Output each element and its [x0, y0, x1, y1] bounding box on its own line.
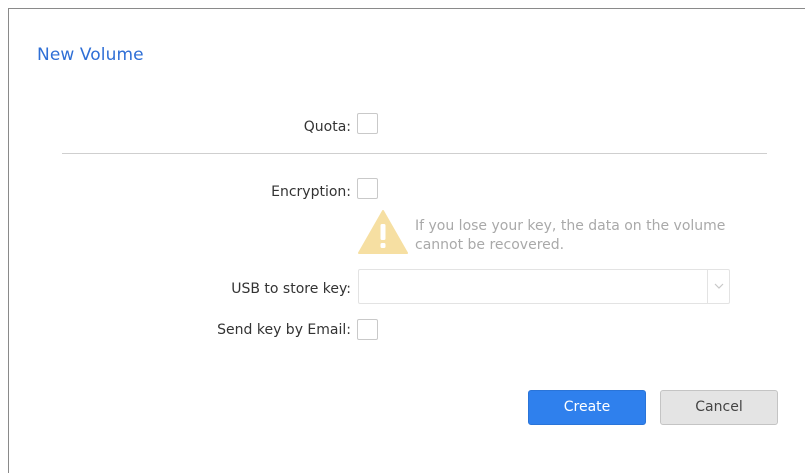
usb-key-label: USB to store key:	[231, 281, 351, 297]
usb-key-dropdown-button[interactable]	[707, 270, 729, 303]
quota-checkbox[interactable]	[357, 113, 378, 134]
new-volume-dialog: New Volume Quota: Encryption: If you los…	[8, 8, 805, 473]
encryption-label: Encryption:	[271, 184, 351, 200]
email-key-label: Send key by Email:	[217, 322, 351, 338]
email-key-checkbox[interactable]	[357, 319, 378, 340]
section-divider	[62, 153, 767, 154]
cancel-button[interactable]: Cancel	[660, 390, 778, 425]
dialog-title: New Volume	[37, 45, 144, 65]
create-button[interactable]: Create	[528, 390, 646, 425]
usb-key-select[interactable]	[358, 269, 730, 304]
warning-triangle-icon	[358, 210, 408, 254]
encryption-warning-text: If you lose your key, the data on the vo…	[415, 218, 726, 253]
quota-label: Quota:	[303, 119, 351, 135]
chevron-down-icon	[714, 283, 724, 289]
encryption-checkbox[interactable]	[357, 178, 378, 199]
